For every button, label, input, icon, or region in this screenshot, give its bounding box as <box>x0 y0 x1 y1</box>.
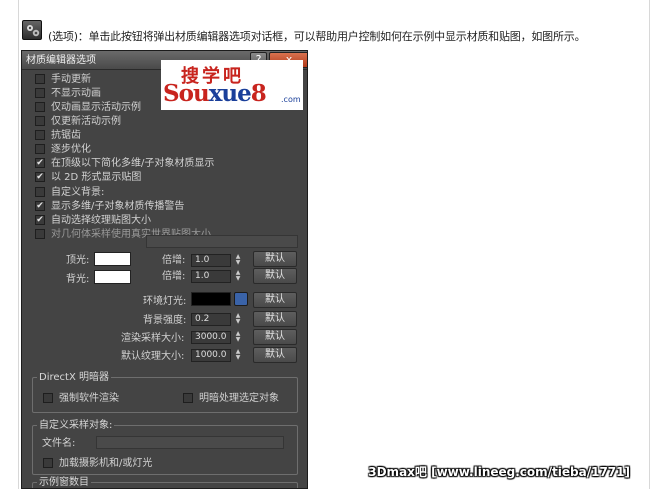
ambient-light-default-button[interactable]: 默认 <box>253 292 297 308</box>
option-row[interactable]: ✔ 自动选择纹理贴图大小 <box>35 214 305 227</box>
shade-selected-checkbox[interactable] <box>183 393 193 403</box>
file-name-field[interactable] <box>96 436 284 449</box>
option-label: 不显示动画 <box>51 88 101 99</box>
option-row[interactable]: 逐步优化 <box>35 143 305 156</box>
default-texture-default-button[interactable]: 默认 <box>253 347 297 363</box>
option-checkbox[interactable] <box>35 116 45 126</box>
option-row[interactable]: 仅更新活动示例 <box>35 115 305 128</box>
option-checkbox[interactable] <box>35 88 45 98</box>
bg-intensity-default-button[interactable]: 默认 <box>253 311 297 327</box>
option-label: 在顶级以下简化多维/子对象材质显示 <box>51 158 215 169</box>
option-row[interactable]: 自定义背景: <box>35 186 305 199</box>
material-editor-options-icon <box>22 20 42 40</box>
render-sample-label: 渲染采样大小: <box>121 333 185 344</box>
option-checkbox[interactable] <box>35 102 45 112</box>
bg-intensity-spinner[interactable]: ▲ ▼ <box>234 313 242 326</box>
top-light-color-swatch[interactable] <box>94 252 131 266</box>
render-sample-default-button[interactable]: 默认 <box>253 329 297 345</box>
custom-sample-group: 自定义采样对象: 文件名: 加载摄影机和/或灯光 <box>32 419 298 475</box>
top-multiplier-spinner[interactable]: ▲ ▼ <box>234 254 242 267</box>
logo-domain-text: .com <box>281 95 301 104</box>
option-checkbox[interactable] <box>35 130 45 140</box>
top-multiplier-label: 倍增: <box>162 255 186 266</box>
back-light-color-swatch[interactable] <box>94 270 131 284</box>
default-texture-input[interactable]: 1000.0 <box>191 349 231 362</box>
top-light-label: 顶光: <box>66 255 90 266</box>
intro-text: (选项)：单击此按钮将弹出材质编辑器选项对话框，可以帮助用户控制如何在示例中显示… <box>48 30 586 43</box>
material-editor-options-dialog: 材质编辑器选项 ? x 手动更新不显示动画仅动画显示活动示例仅更新活动示例抗锯齿… <box>21 50 308 489</box>
logo-text-a: Sou <box>163 80 210 107</box>
lock-icon[interactable] <box>234 292 248 306</box>
bg-intensity-label: 背景强度: <box>143 315 187 326</box>
logo-text-b: xue <box>208 80 252 107</box>
option-row[interactable]: 抗锯齿 <box>35 129 305 142</box>
option-label: 显示多维/子对象材质传播警告 <box>51 201 185 212</box>
option-checkbox[interactable] <box>35 229 45 239</box>
custom-sample-title: 自定义采样对象: <box>37 419 115 432</box>
option-checkbox[interactable]: ✔ <box>35 158 45 168</box>
top-multiplier-input[interactable]: 1.0 <box>191 254 231 267</box>
site-watermark: 3Dmax吧 [www.lineeg.com/tieba/1771] <box>368 465 630 479</box>
logo-latin-text: Souxue8 <box>163 80 267 107</box>
directx-group-title: DirectX 明暗器 <box>37 371 111 384</box>
force-software-label: 强制软件渲染 <box>59 393 119 404</box>
file-name-label: 文件名: <box>42 438 76 449</box>
default-texture-label: 默认纹理大小: <box>121 351 185 362</box>
sample-slots-title: 示例窗数目 <box>37 476 91 488</box>
option-row[interactable]: ✔ 在顶级以下简化多维/子对象材质显示 <box>35 157 305 170</box>
option-checkbox[interactable]: ✔ <box>35 215 45 225</box>
shade-selected-label: 明暗处理选定对象 <box>199 393 279 404</box>
option-checkbox[interactable] <box>35 144 45 154</box>
render-sample-spinner[interactable]: ▲ ▼ <box>234 331 242 344</box>
back-multiplier-spinner[interactable]: ▲ ▼ <box>234 270 242 283</box>
option-checkbox[interactable] <box>35 74 45 84</box>
option-checkbox[interactable]: ✔ <box>35 201 45 211</box>
bg-intensity-input[interactable]: 0.2 <box>191 313 231 326</box>
option-label: 抗锯齿 <box>51 130 81 141</box>
option-row[interactable]: ✔ 以 2D 形式显示贴图 <box>35 171 305 184</box>
ambient-light-label: 环境灯光: <box>143 296 187 307</box>
option-checkbox[interactable] <box>35 187 45 197</box>
option-label: 仅更新活动示例 <box>51 116 121 127</box>
back-multiplier-input[interactable]: 1.0 <box>191 270 231 283</box>
option-label: 自定义背景: <box>51 187 105 198</box>
option-checkbox[interactable]: ✔ <box>35 172 45 182</box>
logo-text-c: 8 <box>250 80 267 107</box>
ambient-light-color-swatch[interactable] <box>191 292 231 306</box>
render-sample-input[interactable]: 3000.0 <box>191 331 231 344</box>
back-light-label: 背光: <box>66 274 90 285</box>
directx-shader-group: DirectX 明暗器 强制软件渲染 明暗处理选定对象 <box>32 371 298 413</box>
load-camera-checkbox[interactable] <box>43 458 53 468</box>
force-software-checkbox[interactable] <box>43 393 53 403</box>
top-light-default-button[interactable]: 默认 <box>253 251 297 267</box>
load-camera-label: 加载摄影机和/或灯光 <box>59 458 153 469</box>
default-texture-spinner[interactable]: ▲ ▼ <box>234 349 242 362</box>
sample-slots-group: 示例窗数目 <box>32 476 298 488</box>
option-row[interactable]: ✔ 显示多维/子对象材质传播警告 <box>35 200 305 213</box>
option-label: 逐步优化 <box>51 144 91 155</box>
back-multiplier-label: 倍增: <box>162 271 186 282</box>
custom-background-field[interactable] <box>146 235 298 248</box>
souxue8-logo: 搜学吧 Souxue8 .com <box>161 60 303 110</box>
option-label: 仅动画显示活动示例 <box>51 102 141 113</box>
back-light-default-button[interactable]: 默认 <box>253 268 297 284</box>
option-label: 以 2D 形式显示贴图 <box>51 172 142 183</box>
option-label: 自动选择纹理贴图大小 <box>51 215 151 226</box>
option-label: 手动更新 <box>51 74 91 85</box>
